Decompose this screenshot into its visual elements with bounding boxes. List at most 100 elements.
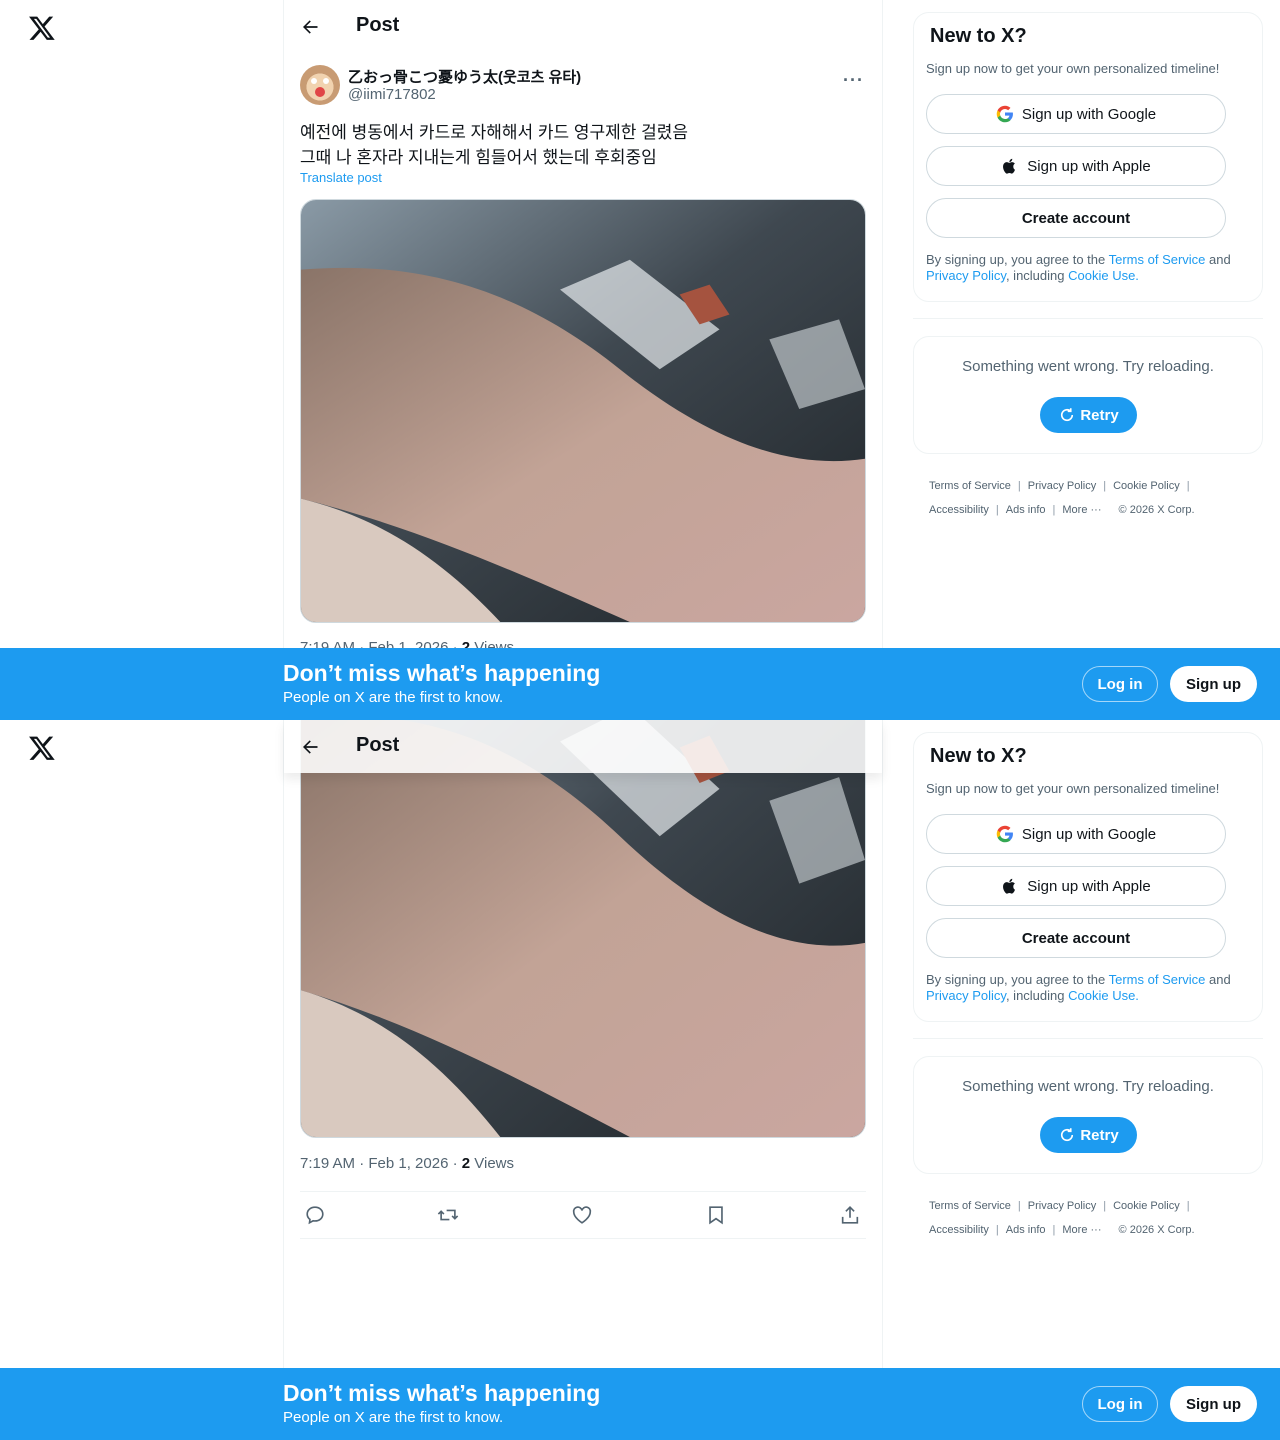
sidebar-divider — [913, 318, 1263, 319]
signup-button[interactable]: Sign up — [1170, 1386, 1257, 1422]
post-header: Post — [284, 0, 882, 53]
signup-subtitle: Sign up now to get your own personalized… — [926, 61, 1220, 76]
google-icon — [996, 825, 1013, 843]
cookie-use-link[interactable]: Cookie Use. — [1068, 268, 1139, 283]
post-image[interactable] — [300, 720, 866, 1138]
footer-cookie-link[interactable]: Cookie Policy — [1113, 480, 1180, 492]
footer-cookie-link[interactable]: Cookie Policy — [1113, 1200, 1180, 1212]
signup-title: New to X? — [930, 25, 1027, 47]
x-logo-icon[interactable] — [28, 14, 56, 42]
signup-card: New to X? Sign up now to get your own pe… — [913, 732, 1263, 1022]
signup-card: New to X? Sign up now to get your own pe… — [913, 12, 1263, 302]
terms-including: , including — [1005, 268, 1069, 283]
google-icon — [996, 105, 1013, 123]
heart-icon[interactable] — [571, 1204, 593, 1226]
repost-icon[interactable] — [437, 1204, 459, 1226]
column-divider — [283, 0, 284, 720]
signup-button[interactable]: Sign up — [1170, 666, 1257, 702]
views-count: 2 — [461, 1155, 471, 1172]
signup-google-label: Sign up with Google — [1021, 105, 1157, 123]
signup-apple-label: Sign up with Apple — [1027, 877, 1151, 895]
refresh-icon — [1061, 408, 1074, 422]
back-arrow-icon[interactable] — [300, 17, 320, 37]
footer-privacy-link[interactable]: Privacy Policy — [1028, 1200, 1096, 1212]
retry-button[interactable]: Retry — [1040, 1117, 1137, 1153]
share-icon[interactable] — [839, 1204, 861, 1226]
views-label: Views — [470, 1155, 515, 1172]
avatar[interactable] — [300, 65, 340, 105]
banner-title: Don’t miss what’s happening — [283, 1380, 601, 1406]
more-dots-icon[interactable]: ··· — [843, 70, 864, 91]
create-account-button[interactable]: Create account — [926, 918, 1226, 958]
apple-icon — [1003, 878, 1016, 894]
footer-more-link[interactable]: More ··· — [1062, 1224, 1101, 1236]
author-display-name[interactable]: 乙おっ骨こつ憂ゆう太(웃코츠 유타) — [348, 66, 581, 87]
signup-terms: By signing up, you agree to the Terms of… — [926, 252, 1252, 284]
signup-apple-label: Sign up with Apple — [1027, 157, 1151, 175]
avatar-eye — [323, 78, 329, 84]
apple-icon — [1003, 158, 1016, 174]
footer-links: Terms of Service | Privacy Policy | Cookie P… — [929, 1200, 1195, 1236]
create-account-button[interactable]: Create account — [926, 198, 1226, 238]
terms-of-service-link[interactable]: Terms of Service — [1109, 252, 1206, 267]
terms-of-service-link[interactable]: Terms of Service — [1109, 972, 1206, 987]
refresh-icon — [1061, 1128, 1074, 1142]
footer-links: Terms of Service | Privacy Policy | Cookie P… — [929, 480, 1195, 516]
translate-post-link[interactable]: Translate post — [300, 170, 382, 185]
sticky-post-header: Post — [284, 720, 882, 773]
error-message: Something went wrong. Try reloading. — [962, 1078, 1214, 1095]
signup-apple-button[interactable]: Sign up with Apple — [926, 146, 1226, 186]
footer-ads-link[interactable]: Ads info — [1006, 504, 1046, 516]
column-divider — [882, 720, 883, 1440]
reply-icon[interactable] — [304, 1204, 326, 1226]
trends-error-card: Something went wrong. Try reloading. Ret… — [913, 336, 1263, 454]
banner-title: Don’t miss what’s happening — [283, 660, 601, 686]
signup-google-button[interactable]: Sign up with Google — [926, 94, 1226, 134]
column-divider — [283, 720, 284, 1440]
signup-google-label: Sign up with Google — [1021, 825, 1157, 843]
author-handle[interactable]: @iimi717802 — [348, 86, 436, 103]
avatar-nose — [315, 87, 325, 97]
footer-copyright: © 2026 X Corp. — [1118, 1224, 1195, 1236]
x-logo-icon[interactable] — [28, 734, 56, 762]
privacy-policy-link[interactable]: Privacy Policy — [926, 268, 1006, 283]
terms-and: and — [1205, 972, 1231, 987]
back-arrow-icon[interactable] — [300, 737, 320, 757]
timestamp-text[interactable]: 7:19 AM · Feb 1, 2026 · — [300, 1155, 462, 1172]
banner-subtitle: People on X are the first to know. — [283, 1409, 504, 1426]
footer-privacy-link[interactable]: Privacy Policy — [1028, 480, 1096, 492]
footer-terms-link[interactable]: Terms of Service — [929, 1200, 1011, 1212]
post-image[interactable] — [300, 199, 866, 623]
bookmark-icon[interactable] — [705, 1204, 727, 1226]
error-message: Something went wrong. Try reloading. — [962, 358, 1214, 375]
page-title: Post — [356, 14, 400, 36]
trends-error-card: Something went wrong. Try reloading. Ret… — [913, 1056, 1263, 1174]
terms-and: and — [1205, 252, 1231, 267]
login-button[interactable]: Log in — [1082, 1386, 1158, 1422]
signup-banner: Don’t miss what’s happening People on X … — [0, 1368, 1280, 1440]
retry-label: Retry — [1080, 1126, 1119, 1144]
footer-more-link[interactable]: More ··· — [1062, 504, 1101, 516]
footer-accessibility-link[interactable]: Accessibility — [929, 504, 989, 516]
footer-accessibility-link[interactable]: Accessibility — [929, 1224, 989, 1236]
column-divider — [882, 0, 883, 720]
footer-terms-link[interactable]: Terms of Service — [929, 480, 1011, 492]
retry-button[interactable]: Retry — [1040, 397, 1137, 433]
privacy-policy-link[interactable]: Privacy Policy — [926, 988, 1006, 1003]
terms-including: , including — [1005, 988, 1069, 1003]
post-author: 乙おっ骨こつ憂ゆう太(웃코츠 유타) @iimi717802 ··· — [300, 64, 866, 108]
signup-apple-button[interactable]: Sign up with Apple — [926, 866, 1226, 906]
sidebar-divider — [913, 1038, 1263, 1039]
arm-photo — [301, 720, 865, 1137]
arm-photo — [301, 200, 865, 622]
signup-google-button[interactable]: Sign up with Google — [926, 814, 1226, 854]
cookie-use-link[interactable]: Cookie Use. — [1068, 988, 1139, 1003]
avatar-eye — [311, 78, 317, 84]
screen-scrolled: 7:19 AM · Feb 1, 2026 · 2 Views Post New… — [0, 720, 1280, 1440]
page-title: Post — [356, 734, 400, 756]
signup-subtitle: Sign up now to get your own personalized… — [926, 781, 1220, 796]
footer-ads-link[interactable]: Ads info — [1006, 1224, 1046, 1236]
login-button[interactable]: Log in — [1082, 666, 1158, 702]
post-timestamp: 7:19 AM · Feb 1, 2026 · 2 Views — [300, 1155, 514, 1172]
post-actions — [300, 1191, 866, 1239]
